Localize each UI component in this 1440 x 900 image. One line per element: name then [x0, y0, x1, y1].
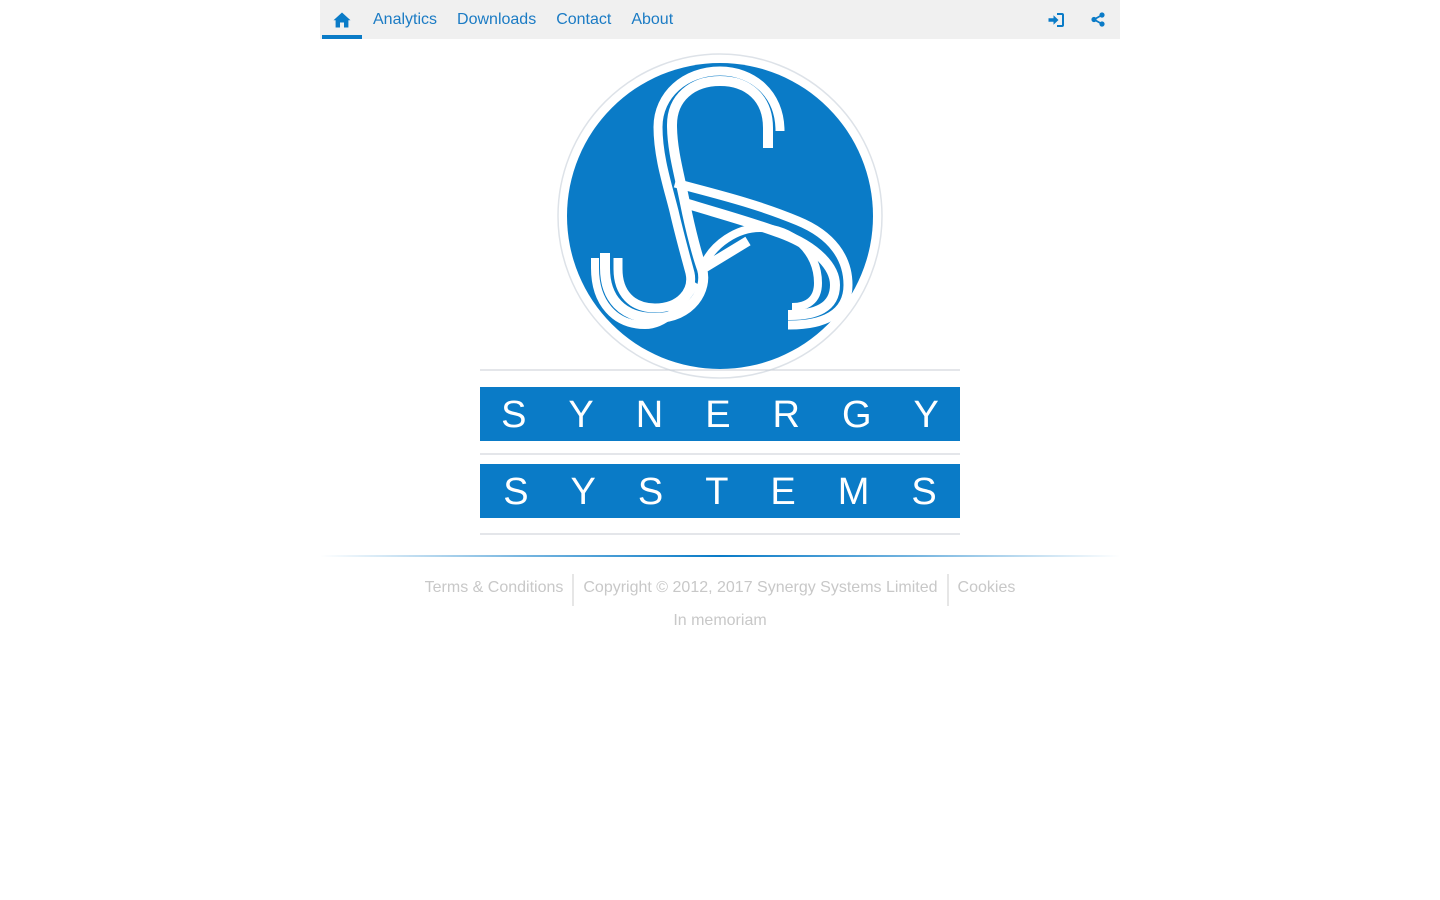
nav-link-downloads[interactable]: Downloads: [457, 0, 536, 39]
copyright-text: Copyright © 2012, 2017 Synergy Systems L…: [572, 574, 946, 606]
logo-text-systems: SYSTEMS: [503, 471, 960, 513]
logo-text-synergy: SYNERGY: [501, 394, 960, 436]
nav-actions: [1035, 0, 1120, 39]
nav-link-about[interactable]: About: [631, 0, 673, 39]
top-navbar: Analytics Downloads Contact About: [320, 0, 1120, 39]
share-button[interactable]: [1077, 0, 1119, 39]
footer-memoriam-row: In memoriam: [320, 612, 1120, 644]
memoriam-link[interactable]: In memoriam: [664, 612, 775, 644]
nav-link-contact[interactable]: Contact: [556, 0, 611, 39]
nav-home-button[interactable]: [322, 0, 362, 39]
home-icon: [333, 12, 351, 27]
cookies-link[interactable]: Cookies: [946, 574, 1025, 606]
login-button[interactable]: [1035, 0, 1077, 39]
footer-divider: [320, 555, 1120, 557]
page-footer: Terms & Conditions Copyright © 2012, 201…: [320, 574, 1120, 644]
nav-link-analytics[interactable]: Analytics: [373, 0, 437, 39]
footer-links-row: Terms & Conditions Copyright © 2012, 201…: [320, 574, 1120, 606]
company-logo: SYNERGY SYSTEMS: [480, 53, 960, 537]
sign-in-icon: [1048, 12, 1064, 27]
nav-links: Analytics Downloads Contact About: [373, 0, 693, 39]
share-icon: [1091, 12, 1105, 27]
terms-link[interactable]: Terms & Conditions: [416, 574, 573, 606]
